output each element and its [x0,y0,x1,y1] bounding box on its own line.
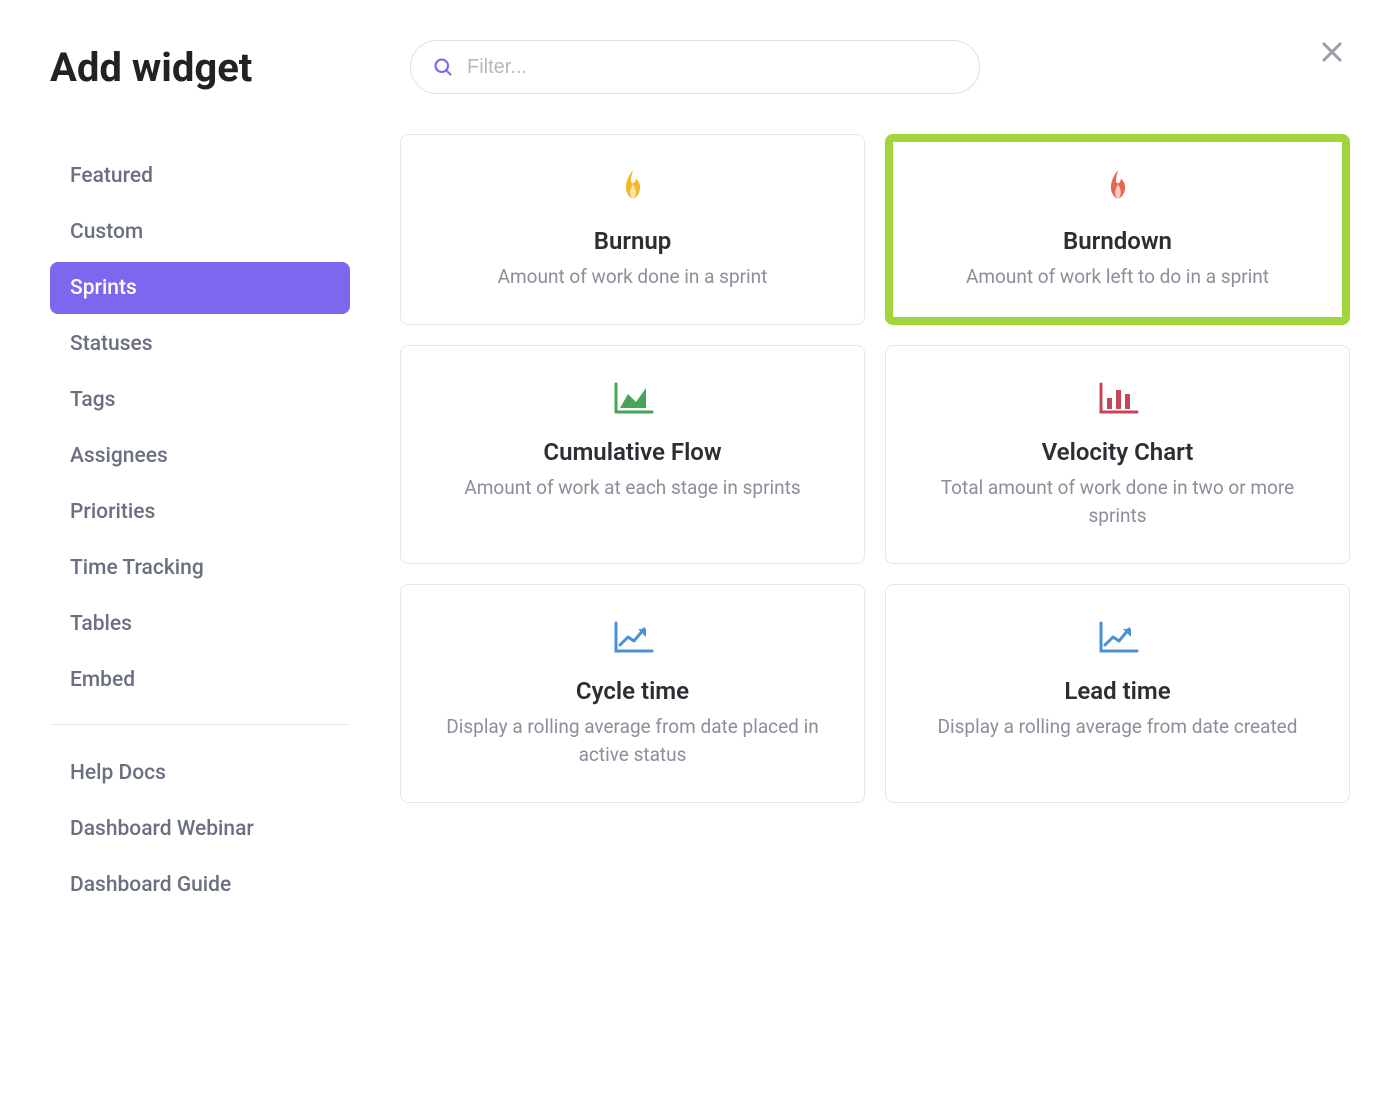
sidebar-item-assignees[interactable]: Assignees [50,430,350,482]
widget-desc: Display a rolling average from date plac… [425,713,840,770]
sidebar-item-priorities[interactable]: Priorities [50,486,350,538]
widget-desc: Amount of work done in a sprint [498,263,768,292]
widget-card-velocity-chart[interactable]: Velocity Chart Total amount of work done… [885,345,1350,564]
sidebar-item-featured[interactable]: Featured [50,150,350,202]
widget-title: Burnup [594,227,672,255]
sidebar-link-dashboard-webinar[interactable]: Dashboard Webinar [50,803,350,855]
widget-desc: Display a rolling average from date crea… [938,713,1298,742]
search-field[interactable] [410,40,980,94]
search-input[interactable] [467,56,957,79]
widget-desc: Total amount of work done in two or more… [910,474,1325,531]
page-title: Add widget [50,44,410,91]
widget-card-cycle-time[interactable]: Cycle time Display a rolling average fro… [400,584,865,803]
flame-icon [616,165,650,209]
widget-desc: Amount of work at each stage in sprints [464,474,800,503]
close-button[interactable] [1314,34,1350,70]
trend-up-icon [612,615,654,659]
header: Add widget [50,40,1350,94]
sidebar-item-tables[interactable]: Tables [50,598,350,650]
bar-chart-icon [1097,376,1139,420]
widget-title: Lead time [1064,677,1170,705]
widget-grid: Burnup Amount of work done in a sprint B… [400,134,1350,915]
sidebar-item-statuses[interactable]: Statuses [50,318,350,370]
widget-card-cumulative-flow[interactable]: Cumulative Flow Amount of work at each s… [400,345,865,564]
sidebar-item-tags[interactable]: Tags [50,374,350,426]
close-icon [1318,38,1346,66]
sidebar-link-help-docs[interactable]: Help Docs [50,747,350,799]
search-wrap [410,40,1350,94]
sidebar-item-embed[interactable]: Embed [50,654,350,706]
area-chart-icon [612,376,654,420]
sidebar-item-custom[interactable]: Custom [50,206,350,258]
trend-up-icon [1097,615,1139,659]
flame-icon [1101,165,1135,209]
widget-title: Velocity Chart [1042,438,1194,466]
sidebar-divider [50,724,350,725]
sidebar: Featured Custom Sprints Statuses Tags As… [50,134,350,915]
widget-desc: Amount of work left to do in a sprint [966,263,1269,292]
sidebar-item-sprints[interactable]: Sprints [50,262,350,314]
layout: Featured Custom Sprints Statuses Tags As… [50,134,1350,915]
widget-title: Cumulative Flow [543,438,721,466]
widget-card-burndown[interactable]: Burndown Amount of work left to do in a … [885,134,1350,325]
widget-title: Burndown [1063,227,1172,255]
widget-card-lead-time[interactable]: Lead time Display a rolling average from… [885,584,1350,803]
widget-card-burnup[interactable]: Burnup Amount of work done in a sprint [400,134,865,325]
search-icon [433,57,453,77]
widget-title: Cycle time [576,677,689,705]
sidebar-item-time-tracking[interactable]: Time Tracking [50,542,350,594]
sidebar-link-dashboard-guide[interactable]: Dashboard Guide [50,859,350,911]
